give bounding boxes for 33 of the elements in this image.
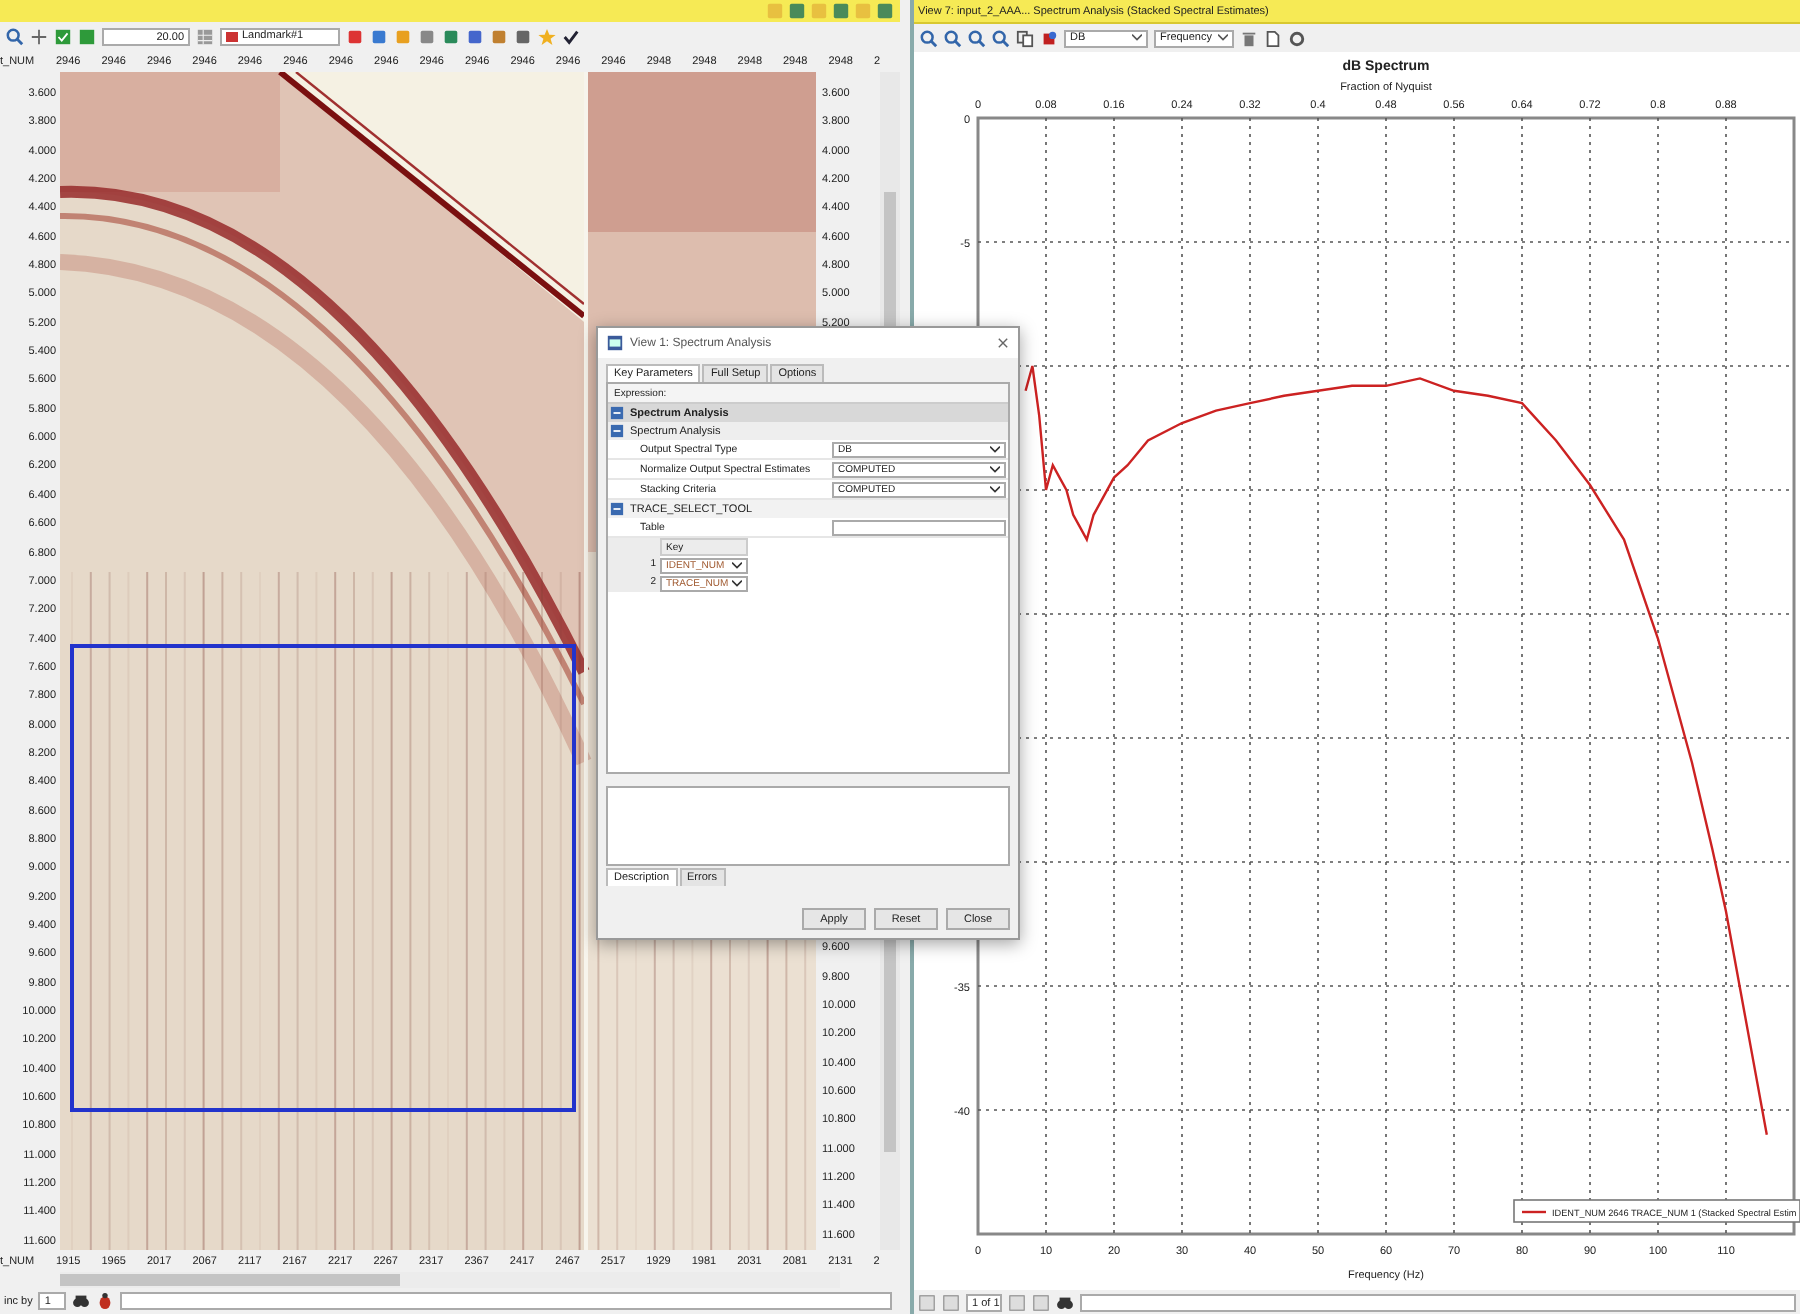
- magnifier-icon[interactable]: [920, 29, 938, 47]
- magnifier-icon[interactable]: [944, 29, 962, 47]
- check-square-icon[interactable]: [54, 27, 72, 45]
- app-icon: [606, 334, 624, 352]
- command-field[interactable]: [120, 1292, 892, 1310]
- bug-icon[interactable]: [96, 1292, 115, 1310]
- selection-rectangle[interactable]: [70, 644, 576, 1112]
- expander-icon[interactable]: [610, 406, 624, 420]
- expander-icon[interactable]: [610, 424, 624, 438]
- checkmark-icon[interactable]: [562, 27, 580, 45]
- magnifier-icon[interactable]: [6, 27, 24, 45]
- caret-icon: [1132, 34, 1142, 42]
- star-icon[interactable]: [538, 27, 556, 45]
- square-icon[interactable]: [78, 27, 96, 45]
- scrollbar-thumb[interactable]: [60, 1274, 400, 1286]
- magnifier-icon[interactable]: [992, 29, 1010, 47]
- caret-icon: [1218, 34, 1228, 42]
- command-field[interactable]: [1080, 1294, 1796, 1312]
- caret-icon: [990, 445, 1000, 453]
- magnifier-icon[interactable]: [968, 29, 986, 47]
- table-field[interactable]: [832, 519, 1006, 535]
- caret-icon: [990, 465, 1000, 473]
- grid-icon[interactable]: [196, 27, 214, 45]
- document-icon[interactable]: [1264, 29, 1282, 47]
- caret-icon: [990, 485, 1000, 493]
- binoculars-icon[interactable]: [1056, 1294, 1074, 1312]
- horizontal-scrollbar[interactable]: [60, 1272, 840, 1288]
- expander-icon[interactable]: [610, 502, 624, 516]
- copy-icon[interactable]: [1016, 29, 1034, 47]
- plus-icon[interactable]: [30, 27, 48, 45]
- close-icon[interactable]: [996, 336, 1010, 350]
- trash-icon[interactable]: [1240, 29, 1258, 47]
- binoculars-icon[interactable]: [72, 1292, 91, 1310]
